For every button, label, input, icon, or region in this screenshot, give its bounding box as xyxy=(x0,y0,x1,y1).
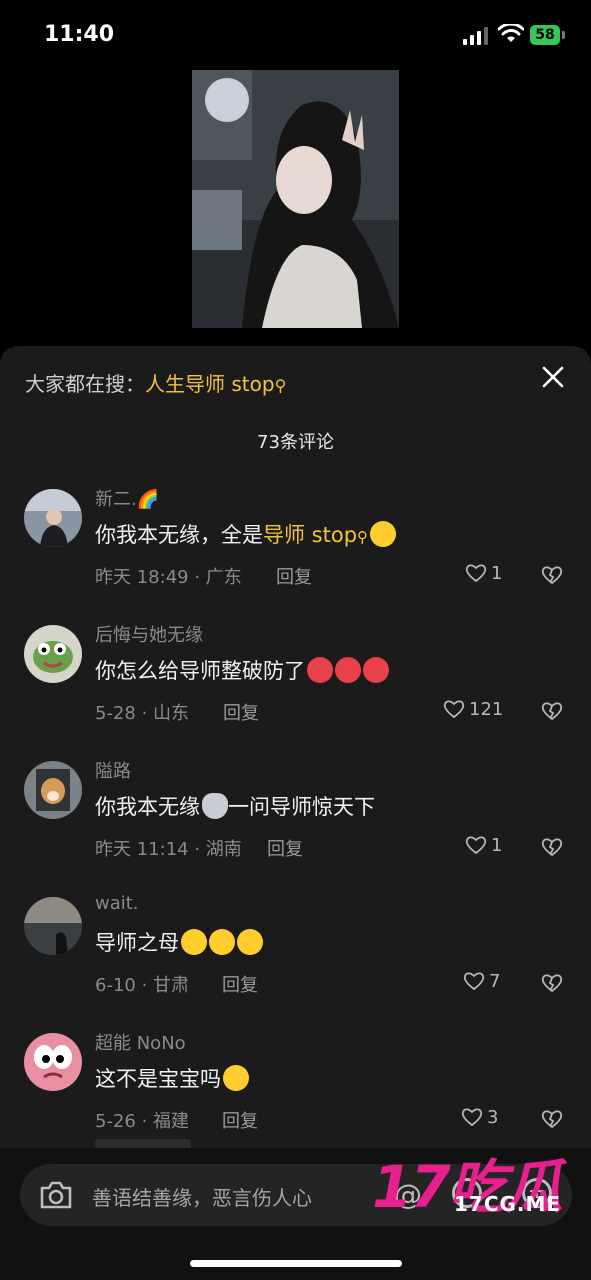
portrait-image xyxy=(192,70,399,328)
comment-search-link[interactable]: 导师 stop xyxy=(263,523,357,547)
comment-meta: 5-26 · 福建 xyxy=(95,1111,190,1132)
wifi-icon xyxy=(498,24,524,42)
search-suggestion-keyword[interactable]: 人生导师 stop xyxy=(145,372,275,396)
broken-heart-icon[interactable] xyxy=(541,701,563,721)
broken-heart-icon[interactable] xyxy=(541,1109,563,1129)
comment-item: 后悔与她无缘 你怎么给导师整破防了 5-28 · 山东 回复 121 xyxy=(0,625,591,745)
crying-emoji-icon xyxy=(181,929,207,955)
comment-count: 73条评论 xyxy=(257,432,334,453)
rainbow-icon: 🌈 xyxy=(136,489,160,510)
signal-icon xyxy=(463,27,488,45)
angry-emoji-icon xyxy=(335,657,361,683)
search-suggestion[interactable]: 大家都在搜：人生导师 stop⚲ xyxy=(25,368,286,397)
search-icon: ⚲ xyxy=(357,528,369,546)
comment-text-part: 你我本无缘，全是 xyxy=(95,523,263,547)
heart-icon xyxy=(443,700,465,719)
comment-text-part: 你怎么给导师整破防了 xyxy=(95,659,305,683)
comment-username[interactable]: 后悔与她无缘 xyxy=(95,621,203,647)
broken-heart-icon[interactable] xyxy=(541,837,563,857)
reply-button[interactable]: 回复 xyxy=(222,971,258,997)
search-icon: ⚲ xyxy=(274,376,287,395)
like-button[interactable]: 7 xyxy=(463,971,500,992)
comment-text-part: 这不是宝宝吗 xyxy=(95,1067,221,1091)
camera-icon[interactable] xyxy=(38,1180,74,1210)
avatar[interactable] xyxy=(24,1033,82,1091)
like-count: 1 xyxy=(491,563,503,584)
like-button[interactable]: 1 xyxy=(465,563,502,584)
avatar[interactable] xyxy=(24,897,82,955)
heart-icon xyxy=(463,972,485,991)
comment-text-part: 一问导师惊天下 xyxy=(228,795,375,819)
crying-emoji-icon xyxy=(223,1065,249,1091)
broken-heart-icon[interactable] xyxy=(541,973,563,993)
avatar[interactable] xyxy=(24,625,82,683)
heart-icon xyxy=(465,836,487,855)
search-suggestion-prefix: 大家都在搜： xyxy=(25,372,145,396)
comment-text: 你我本无缘 一问导师惊天下 xyxy=(95,791,375,821)
comment-username[interactable]: 隘路 xyxy=(95,757,131,783)
comment-username[interactable]: 超能 NoNo xyxy=(95,1029,186,1055)
angry-emoji-icon xyxy=(307,657,333,683)
close-icon[interactable] xyxy=(540,364,566,390)
avatar[interactable] xyxy=(24,761,82,819)
heart-icon xyxy=(465,564,487,583)
comment-item: 超能 NoNo 这不是宝宝吗 5-26 · 福建 回复 3 xyxy=(0,1033,591,1153)
comment-meta: 6-10 · 甘肃 xyxy=(95,975,190,996)
comment-item: 隘路 你我本无缘 一问导师惊天下 昨天 11:14 · 湖南 回复 1 xyxy=(0,761,591,881)
comment-username[interactable]: 新二.🌈 xyxy=(95,485,159,511)
watermark-logo: 17吃瓜 17CG.ME xyxy=(372,1140,582,1221)
avatar[interactable] xyxy=(24,489,82,547)
comment-meta: 5-28 · 山东 xyxy=(95,703,190,724)
video-thumbnail[interactable] xyxy=(192,70,399,328)
reply-button[interactable]: 回复 xyxy=(276,563,312,589)
like-button[interactable]: 1 xyxy=(465,835,502,856)
comment-text-part: 你我本无缘 xyxy=(95,795,200,819)
status-bar: 11:40 58 xyxy=(0,0,591,70)
like-count: 7 xyxy=(489,971,501,992)
comment-text: 导师之母 xyxy=(95,927,263,957)
status-time: 11:40 xyxy=(44,22,115,47)
username-text: 新二. xyxy=(95,489,137,510)
home-indicator xyxy=(190,1260,402,1267)
comment-text-part: 导师之母 xyxy=(95,931,179,955)
like-count: 121 xyxy=(469,699,504,720)
comment-item: 新二.🌈 你我本无缘，全是导师 stop⚲ 昨天 18:49 · 广东 回复 1 xyxy=(0,489,591,609)
crying-emoji-icon xyxy=(370,521,397,547)
reply-button[interactable]: 回复 xyxy=(267,835,303,861)
comment-username[interactable]: wait. xyxy=(95,893,139,914)
crying-emoji-icon xyxy=(237,929,263,955)
like-button[interactable]: 121 xyxy=(443,699,503,720)
comment-text: 你我本无缘，全是导师 stop⚲ xyxy=(95,519,397,549)
comment-text: 你怎么给导师整破防了 xyxy=(95,655,389,685)
comment-meta: 昨天 18:49 · 广东 xyxy=(95,567,242,588)
battery-tip xyxy=(562,31,565,39)
watermark-domain: 17CG.ME xyxy=(454,1192,562,1216)
reply-button[interactable]: 回复 xyxy=(223,699,259,725)
reply-button[interactable]: 回复 xyxy=(222,1107,258,1133)
battery-indicator: 58 xyxy=(530,25,560,45)
comment-text: 这不是宝宝吗 xyxy=(95,1063,249,1093)
broken-heart-icon[interactable] xyxy=(541,565,563,585)
cat-emoji-icon xyxy=(202,793,228,819)
like-button[interactable]: 3 xyxy=(461,1107,498,1128)
crying-emoji-icon xyxy=(209,929,235,955)
angry-emoji-icon xyxy=(363,657,389,683)
comment-item: wait. 导师之母 6-10 · 甘肃 回复 7 xyxy=(0,893,591,1017)
like-count: 1 xyxy=(491,835,503,856)
comment-input-placeholder: 善语结善缘，恶言伤人心 xyxy=(92,1186,312,1210)
heart-icon xyxy=(461,1108,483,1127)
like-count: 3 xyxy=(487,1107,499,1128)
comment-meta: 昨天 11:14 · 湖南 xyxy=(95,839,242,860)
